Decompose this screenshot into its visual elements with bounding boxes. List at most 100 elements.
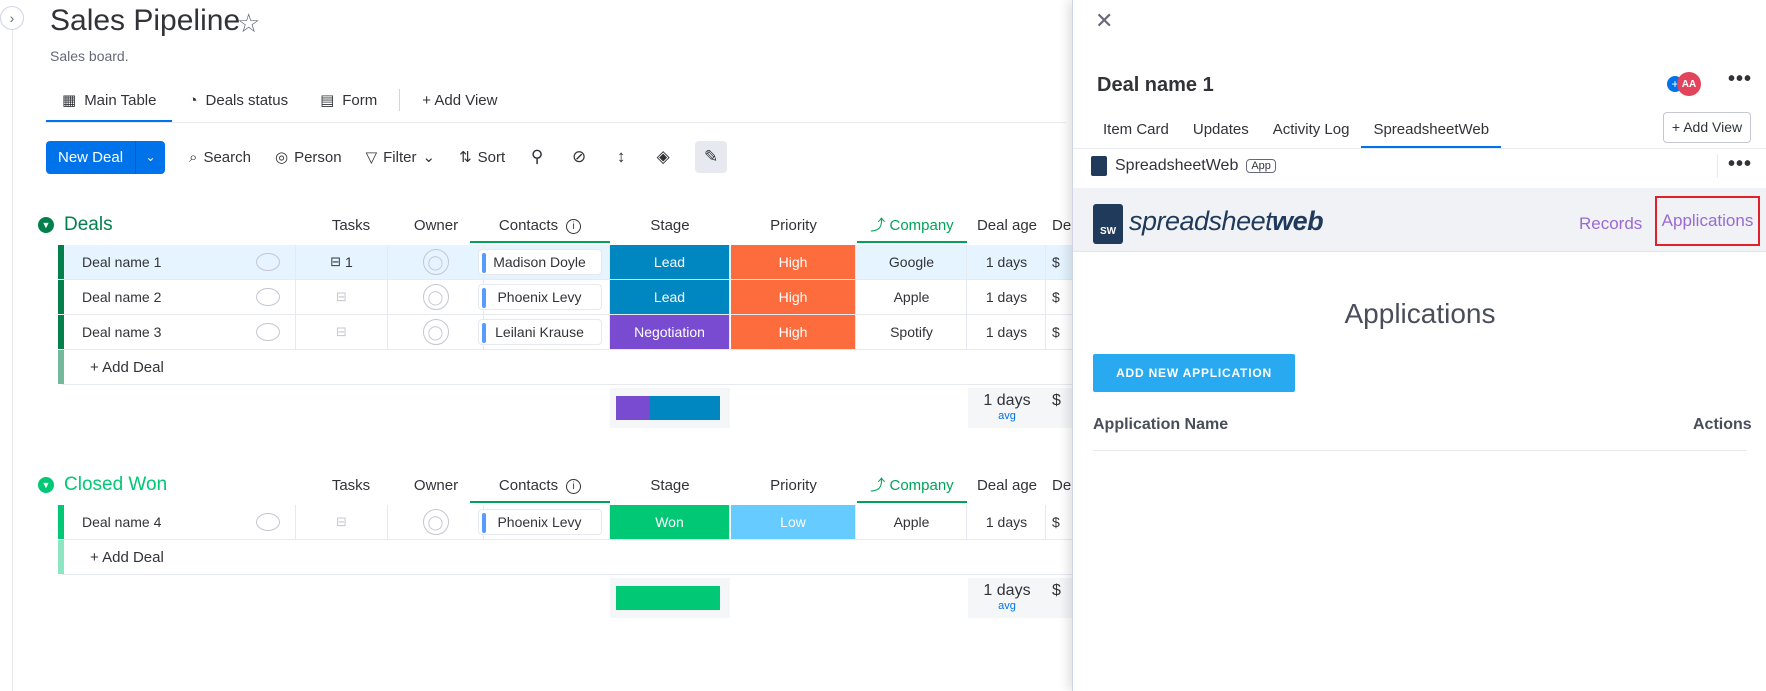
app-header: SpreadsheetWeb App xyxy=(1091,156,1276,176)
subscribers[interactable]: + AA xyxy=(1667,72,1701,96)
paint-bucket-icon[interactable]: ◈ xyxy=(653,147,673,167)
deal-age-cell: 1 days xyxy=(968,245,1046,279)
chat-bubble-icon[interactable] xyxy=(256,288,280,306)
item-title[interactable]: Deal name 1 xyxy=(1097,74,1214,97)
contacts-cell[interactable]: Madison Doyle xyxy=(470,245,610,279)
column-header-deal-age[interactable]: Deal age xyxy=(968,469,1046,503)
tasks-cell[interactable]: ⊟ 1 xyxy=(296,245,388,279)
add-item-row[interactable]: + Add Deal xyxy=(58,540,1072,575)
column-header-stage[interactable]: Stage xyxy=(610,209,730,243)
more-options-icon[interactable]: ••• xyxy=(1717,154,1752,178)
row-height-icon[interactable]: ↕ xyxy=(611,147,631,167)
stage-status[interactable]: Won xyxy=(610,505,730,539)
stage-summary[interactable] xyxy=(610,388,730,428)
company-cell[interactable]: Apple xyxy=(857,280,967,314)
tab-item-card[interactable]: Item Card xyxy=(1091,112,1181,148)
tab-deals-status[interactable]: ◔ Deals status xyxy=(172,78,304,122)
tab-spreadsheetweb[interactable]: SpreadsheetWeb xyxy=(1361,112,1501,148)
group-header-closed-won[interactable]: ▼ Closed Won xyxy=(38,470,167,500)
tab-updates[interactable]: Updates xyxy=(1181,112,1261,148)
add-deal-button[interactable]: + Add Deal xyxy=(90,549,164,566)
expand-sidebar-icon[interactable]: › xyxy=(0,6,24,30)
contact-chip[interactable]: Phoenix Levy xyxy=(477,509,602,535)
chat-bubble-icon[interactable] xyxy=(256,253,280,271)
priority-status[interactable]: High xyxy=(731,315,856,349)
star-icon[interactable]: ☆ xyxy=(237,8,260,39)
column-header-priority[interactable]: Priority xyxy=(731,209,856,243)
chevron-down-icon[interactable]: ▼ xyxy=(38,477,54,493)
chevron-down-icon[interactable]: ⌄ xyxy=(422,148,435,166)
company-cell[interactable]: Google xyxy=(857,245,967,279)
column-header-tasks[interactable]: Tasks xyxy=(316,469,386,503)
priority-status[interactable]: Low xyxy=(731,505,856,539)
column-header-tasks[interactable]: Tasks xyxy=(316,209,386,243)
pen-icon[interactable]: ✎ xyxy=(695,141,728,173)
avatar[interactable]: AA xyxy=(1677,72,1701,96)
priority-status[interactable]: High xyxy=(731,245,856,279)
tasks-cell[interactable]: ⊟ xyxy=(296,315,388,349)
nav-records-link[interactable]: Records xyxy=(1579,214,1642,234)
contacts-cell[interactable]: Phoenix Levy xyxy=(470,505,610,539)
info-icon[interactable]: i xyxy=(566,218,582,234)
column-header-company[interactable]: ⤴ Company xyxy=(857,469,967,503)
add-item-row[interactable]: + Add Deal xyxy=(58,350,1072,385)
priority-status[interactable]: High xyxy=(731,280,856,314)
close-icon[interactable]: ✕ xyxy=(1095,8,1113,34)
table-row[interactable]: Deal name 4 ⊟ ◯ Phoenix Levy Won Low App… xyxy=(58,505,1072,540)
column-header-truncated[interactable]: De xyxy=(1052,209,1072,243)
table-row[interactable]: Deal name 2 ⊟ ◯ Phoenix Levy Lead High A… xyxy=(58,280,1072,315)
contact-chip[interactable]: Phoenix Levy xyxy=(477,284,602,310)
column-header-deal-age[interactable]: Deal age xyxy=(968,209,1046,243)
column-header-owner[interactable]: Owner xyxy=(396,469,476,503)
info-icon[interactable]: i xyxy=(566,478,582,494)
filter-button[interactable]: ▽ Filter ⌄ xyxy=(366,148,435,167)
person-filter-button[interactable]: ◎ Person xyxy=(275,148,342,167)
nav-applications-link[interactable]: Applications xyxy=(1655,196,1760,246)
more-options-icon[interactable]: ••• xyxy=(1728,68,1752,91)
column-header-priority[interactable]: Priority xyxy=(731,469,856,503)
chat-bubble-icon[interactable] xyxy=(256,513,280,531)
column-header-owner[interactable]: Owner xyxy=(396,209,476,243)
board-description[interactable]: Sales board. xyxy=(50,48,129,64)
search-button[interactable]: ⌕ Search xyxy=(189,149,251,166)
contact-chip[interactable]: Leilani Krause xyxy=(477,319,602,345)
group-title[interactable]: Closed Won xyxy=(64,474,167,496)
table-row[interactable]: Deal name 3 ⊟ ◯ Leilani Krause Negotiati… xyxy=(58,315,1072,350)
deal-age-cell: 1 days xyxy=(968,280,1046,314)
chevron-down-icon[interactable]: ▼ xyxy=(38,217,54,233)
chat-bubble-icon[interactable] xyxy=(256,323,280,341)
company-cell[interactable]: Apple xyxy=(857,505,967,539)
board-title[interactable]: Sales Pipeline xyxy=(50,4,240,38)
chevron-down-icon[interactable]: ⌄ xyxy=(135,140,165,174)
tasks-cell[interactable]: ⊟ xyxy=(296,505,388,539)
hide-icon[interactable]: ⊘ xyxy=(569,147,589,167)
stage-status[interactable]: Negotiation xyxy=(610,315,730,349)
add-new-application-button[interactable]: ADD NEW APPLICATION xyxy=(1093,354,1295,392)
column-header-company[interactable]: ⤴ Company xyxy=(857,209,967,243)
contacts-cell[interactable]: Leilani Krause xyxy=(470,315,610,349)
tab-form[interactable]: ▤ Form xyxy=(304,78,393,122)
contact-chip[interactable]: Madison Doyle xyxy=(477,249,602,275)
column-header-stage[interactable]: Stage xyxy=(610,469,730,503)
stage-summary[interactable] xyxy=(610,578,730,618)
new-deal-button[interactable]: New Deal ⌄ xyxy=(46,140,166,174)
stage-status[interactable]: Lead xyxy=(610,280,730,314)
group-title[interactable]: Deals xyxy=(64,214,113,236)
company-cell[interactable]: Spotify xyxy=(857,315,967,349)
group-header-deals[interactable]: ▼ Deals xyxy=(38,210,113,240)
add-view-button[interactable]: + Add View xyxy=(406,78,513,122)
pin-icon[interactable]: ⚲ xyxy=(527,147,547,167)
tab-main-table[interactable]: ▦ Main Table xyxy=(46,78,173,122)
contacts-cell[interactable]: Phoenix Levy xyxy=(470,280,610,314)
sort-button[interactable]: ⇅ Sort xyxy=(459,148,505,167)
column-header-contacts[interactable]: Contacts i xyxy=(470,469,610,503)
new-deal-label[interactable]: New Deal xyxy=(46,141,135,174)
table-row[interactable]: Deal name 1 ⊟ 1 ◯ Madison Doyle Lead Hig… xyxy=(58,245,1072,280)
column-header-truncated[interactable]: De xyxy=(1052,469,1072,503)
tasks-cell[interactable]: ⊟ xyxy=(296,280,388,314)
stage-status[interactable]: Lead xyxy=(610,245,730,279)
column-header-contacts[interactable]: Contacts i xyxy=(470,209,610,243)
add-view-button[interactable]: + Add View xyxy=(1663,112,1751,143)
tab-activity-log[interactable]: Activity Log xyxy=(1261,112,1362,148)
add-deal-button[interactable]: + Add Deal xyxy=(90,359,164,376)
